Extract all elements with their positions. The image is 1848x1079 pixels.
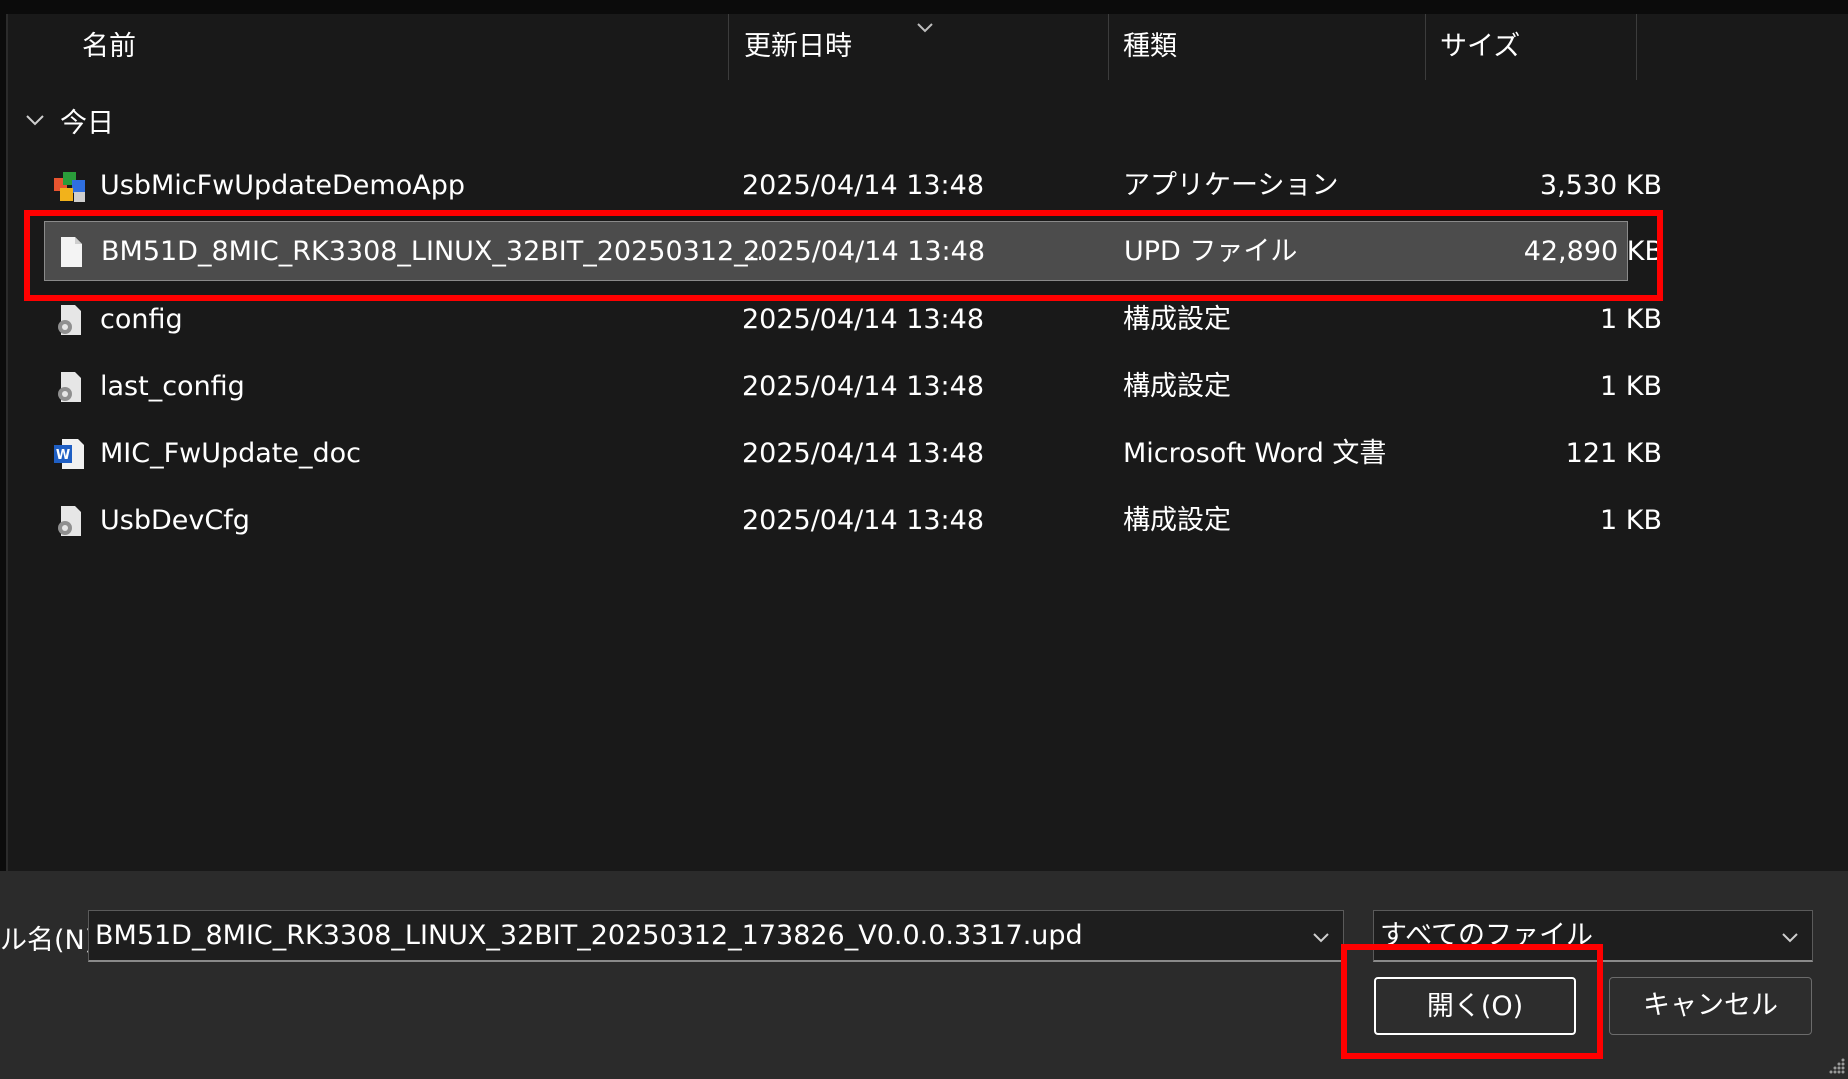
file-type: 構成設定 (1123, 304, 1231, 335)
file-type: 構成設定 (1123, 371, 1231, 402)
column-header-size[interactable]: サイズ (1440, 14, 1520, 80)
filename-value: BM51D_8MIC_RK3308_LINUX_32BIT_20250312_1… (95, 920, 1083, 951)
filename-input[interactable]: BM51D_8MIC_RK3308_LINUX_32BIT_20250312_1… (88, 910, 1344, 962)
column-header-type[interactable]: 種類 (1123, 14, 1177, 80)
svg-text:W: W (56, 448, 70, 463)
file-size: 3,530 KB (1539, 170, 1662, 201)
config-file-icon (58, 305, 81, 335)
dialog-top-strip (0, 0, 1848, 14)
file-name: BM51D_8MIC_RK3308_LINUX_32BIT_20250312_.… (101, 236, 761, 267)
application-icon (54, 172, 85, 202)
file-row-selected[interactable]: BM51D_8MIC_RK3308_LINUX_32BIT_20250312_.… (44, 221, 1663, 281)
file-type: アプリケーション (1123, 170, 1339, 201)
file-type: Microsoft Word 文書 (1123, 438, 1387, 469)
sort-chevron-icon[interactable] (911, 14, 939, 42)
config-file-icon (58, 372, 81, 402)
file-type: UPD ファイル (1124, 236, 1298, 267)
file-type-filter-value: すべてのファイル (1380, 920, 1594, 951)
column-header-modified[interactable]: 更新日時 (744, 14, 852, 80)
config-file-icon (58, 506, 81, 536)
chevron-down-icon[interactable] (1778, 925, 1802, 949)
column-header-name[interactable]: 名前 (82, 14, 136, 80)
file-modified: 2025/04/14 13:48 (742, 438, 985, 469)
column-separator[interactable] (1108, 14, 1109, 80)
file-row[interactable]: UsbDevCfg 2025/04/14 13:48 構成設定 1 KB (44, 491, 1662, 551)
file-name: UsbDevCfg (100, 505, 250, 536)
dialog-bottom-pane (0, 871, 1848, 1079)
chevron-down-icon[interactable] (24, 109, 46, 131)
column-separator[interactable] (728, 14, 729, 80)
file-modified: 2025/04/14 13:48 (742, 371, 985, 402)
file-modified: 2025/04/14 13:48 (742, 505, 985, 536)
file-size: 1 KB (1600, 304, 1662, 335)
file-type-filter[interactable]: すべてのファイル (1373, 910, 1813, 962)
file-size: 1 KB (1600, 371, 1662, 402)
file-name: MIC_FwUpdate_doc (100, 438, 362, 469)
word-document-icon: W (54, 439, 84, 469)
file-modified: 2025/04/14 13:48 (742, 170, 985, 201)
file-modified: 2025/04/14 13:48 (742, 304, 985, 335)
file-name: UsbMicFwUpdateDemoApp (100, 170, 465, 201)
file-row[interactable]: UsbMicFwUpdateDemoApp 2025/04/14 13:48 ア… (44, 156, 1662, 216)
resize-grip-icon[interactable] (1828, 1057, 1846, 1075)
file-size: 42,890 KB (1523, 236, 1663, 267)
file-modified: 2025/04/14 13:48 (743, 236, 986, 267)
open-button[interactable]: 開く(O) (1374, 977, 1576, 1035)
group-header-today[interactable]: 今日 (24, 102, 114, 139)
blank-file-icon (61, 237, 82, 267)
file-name: config (100, 304, 183, 335)
file-type: 構成設定 (1123, 505, 1231, 536)
file-row[interactable]: W MIC_FwUpdate_doc 2025/04/14 13:48 Micr… (44, 424, 1662, 484)
chevron-down-icon[interactable] (1309, 925, 1333, 949)
file-size: 1 KB (1600, 505, 1662, 536)
file-row[interactable]: last_config 2025/04/14 13:48 構成設定 1 KB (44, 357, 1662, 417)
group-label: 今日 (60, 107, 114, 139)
cancel-button[interactable]: キャンセル (1609, 977, 1812, 1035)
file-size: 121 KB (1565, 438, 1662, 469)
file-row[interactable]: config 2025/04/14 13:48 構成設定 1 KB (44, 290, 1662, 350)
column-separator[interactable] (1636, 14, 1637, 80)
file-name: last_config (100, 371, 245, 402)
column-separator[interactable] (1425, 14, 1426, 80)
